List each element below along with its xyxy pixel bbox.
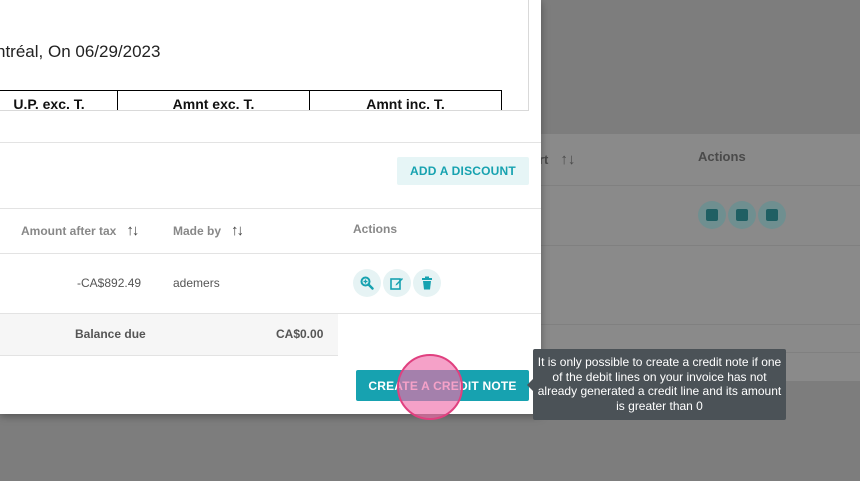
divider — [0, 142, 541, 143]
balance-due-value: CA$0.00 — [276, 327, 324, 341]
delete-button[interactable] — [413, 269, 441, 297]
column-header-label: Amount after tax — [21, 223, 117, 238]
edit-button[interactable] — [383, 269, 411, 297]
view-button[interactable] — [353, 269, 381, 297]
background-actions-header: Actions — [698, 149, 746, 164]
background-edit-icon — [728, 201, 756, 229]
document-column-amount-excl-tax: Amnt exc. T. — [118, 91, 310, 110]
balance-due-label: Balance due — [75, 327, 146, 341]
cell-amount-after-tax: -CA$892.49 — [77, 276, 142, 290]
document-column-amount-incl-tax: Amnt inc. T. — [366, 96, 445, 111]
sort-icon[interactable]: ↑↓ — [126, 222, 139, 239]
document-table-header: U.P. exc. T. Amnt exc. T. Amnt inc. T. — [0, 90, 502, 111]
sort-icon[interactable]: ↑↓ — [231, 222, 244, 239]
divider — [0, 253, 541, 254]
cell-made-by: ademers — [173, 276, 220, 290]
background-card: rt ↑↓ Actions — [520, 134, 860, 381]
column-header-actions: Actions — [353, 222, 397, 236]
column-header-label: Actions — [353, 222, 398, 236]
balance-due-row: Balance due CA$0.00 — [0, 314, 338, 356]
background-row — [520, 185, 860, 246]
invoice-modal: ntréal, On 06/29/2023 U.P. exc. T. Amnt … — [0, 0, 541, 420]
divider — [0, 208, 541, 209]
column-header-made-by[interactable]: Made by ↑↓ — [173, 222, 244, 239]
document-date-line: ntréal, On 06/29/2023 — [0, 42, 161, 61]
background-delete-icon — [758, 201, 786, 229]
trash-icon — [422, 276, 432, 290]
background-row-2 — [520, 284, 860, 325]
click-indicator — [397, 354, 463, 420]
invoice-document-preview: ntréal, On 06/29/2023 U.P. exc. T. Amnt … — [0, 0, 529, 111]
column-header-amount-after-tax[interactable]: Amount after tax ↑↓ — [21, 222, 139, 239]
magnify-icon — [360, 276, 374, 290]
background-view-icon — [698, 201, 726, 229]
document-column-unit-price: U.P. exc. T. — [0, 91, 118, 110]
background-sort-header: rt ↑↓ — [539, 151, 576, 168]
edit-icon — [390, 278, 403, 290]
column-header-label: Made by — [173, 223, 222, 238]
credit-note-tooltip: It is only possible to create a credit n… — [533, 349, 786, 420]
add-discount-button[interactable]: ADD A DISCOUNT — [397, 157, 529, 185]
